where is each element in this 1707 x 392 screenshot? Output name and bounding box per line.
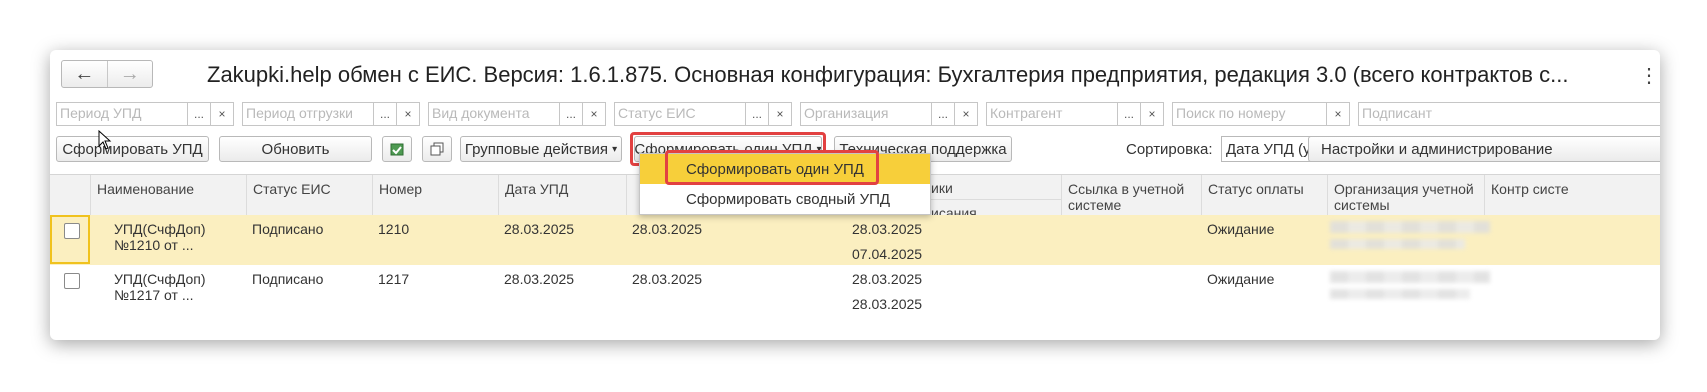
clear-icon[interactable]: × <box>768 103 791 125</box>
filter-eis-status[interactable]: Статус ЕИС ... × <box>614 102 792 126</box>
filter-document-type[interactable]: Вид документа ... × <box>428 102 606 126</box>
sort-label: Сортировка: <box>1126 141 1213 158</box>
row-name: УПД(СчфДоп) №1210 от ... <box>114 221 206 253</box>
row-date3: 28.03.2025 <box>852 271 923 287</box>
row-checkbox[interactable] <box>64 223 80 239</box>
row-number: 1210 <box>378 221 410 237</box>
row-status: Подписано <box>252 271 324 287</box>
refresh-button[interactable]: Обновить <box>219 136 372 162</box>
redacted-org <box>1330 221 1490 233</box>
filter-signer[interactable]: Подписант <box>1358 102 1660 126</box>
clear-icon[interactable]: × <box>210 103 233 125</box>
back-button[interactable]: ← <box>62 61 107 87</box>
redacted-org <box>1330 239 1465 249</box>
row-date4: 07.04.2025 <box>852 246 923 262</box>
filter-search-number[interactable]: Поиск по номеру × <box>1172 102 1350 126</box>
row-date4: 28.03.2025 <box>852 296 923 312</box>
select-dots-icon[interactable]: ... <box>931 103 954 125</box>
arrow-left-icon: ← <box>74 62 95 85</box>
more-menu-icon[interactable]: ⋮ <box>1639 63 1659 88</box>
main-window: ← → Zakupki.help обмен с ЕИС. Версия: 1.… <box>50 50 1660 340</box>
header-partial-top-label: ики <box>931 180 953 196</box>
filter-counterparty[interactable]: Контрагент ... × <box>986 102 1164 126</box>
spreadsheet-check-icon <box>390 143 404 156</box>
menu-item-form-combined-upd[interactable]: Сформировать сводный УПД <box>640 184 930 214</box>
clear-icon[interactable]: × <box>1326 103 1349 125</box>
window-title: Zakupki.help обмен с ЕИС. Версия: 1.6.1.… <box>207 62 1569 87</box>
edit-spreadsheet-button[interactable] <box>382 136 412 162</box>
row-date2: 28.03.2025 <box>632 221 703 237</box>
row-date: 28.03.2025 <box>504 221 575 237</box>
clear-icon[interactable]: × <box>582 103 605 125</box>
row-date3: 28.03.2025 <box>852 221 923 237</box>
history-nav: ← → <box>61 60 153 88</box>
row-date2: 28.03.2025 <box>632 271 703 287</box>
form-upd-button[interactable]: Сформировать УПД <box>56 136 209 162</box>
row-name: УПД(СчфДоп) №1217 от ... <box>114 271 206 303</box>
highlight-frame <box>665 150 879 185</box>
redacted-org <box>1330 271 1490 283</box>
arrow-right-icon: → <box>119 62 140 85</box>
dropdown-arrow-icon: ▾ <box>612 143 618 155</box>
select-dots-icon[interactable]: ... <box>559 103 582 125</box>
clear-icon[interactable]: × <box>396 103 419 125</box>
row-status: Подписано <box>252 221 324 237</box>
row-date: 28.03.2025 <box>504 271 575 287</box>
table-row[interactable]: УПД(СчфДоп) №1210 от ... Подписано 1210 … <box>50 215 1660 265</box>
row-number: 1217 <box>378 271 410 287</box>
row-pay: Ожидание <box>1207 221 1275 237</box>
clear-icon[interactable]: × <box>954 103 977 125</box>
group-actions-button[interactable]: Групповые действия ▾ <box>460 136 622 162</box>
filter-shipment-period[interactable]: Период отгрузки ... × <box>242 102 420 126</box>
filter-organization[interactable]: Организация ... × <box>800 102 978 126</box>
table-row[interactable]: УПД(СчфДоп) №1217 от ... Подписано 1217 … <box>50 265 1660 315</box>
select-dots-icon[interactable]: ... <box>187 103 210 125</box>
redacted-org <box>1330 289 1470 299</box>
clear-icon[interactable]: × <box>1140 103 1163 125</box>
forward-button[interactable]: → <box>106 61 153 87</box>
select-dots-icon[interactable]: ... <box>745 103 768 125</box>
copy-icon <box>430 142 444 156</box>
row-checkbox[interactable] <box>64 273 80 289</box>
settings-button[interactable]: Настройки и администрирование <box>1308 136 1660 162</box>
row-pay: Ожидание <box>1207 271 1275 287</box>
group-actions-label: Групповые действия <box>464 140 608 158</box>
copy-button[interactable] <box>422 136 452 162</box>
filter-upd-period[interactable]: Период УПД ... × <box>56 102 234 126</box>
select-dots-icon[interactable]: ... <box>373 103 396 125</box>
select-dots-icon[interactable]: ... <box>1117 103 1140 125</box>
mouse-cursor-icon <box>98 130 112 150</box>
